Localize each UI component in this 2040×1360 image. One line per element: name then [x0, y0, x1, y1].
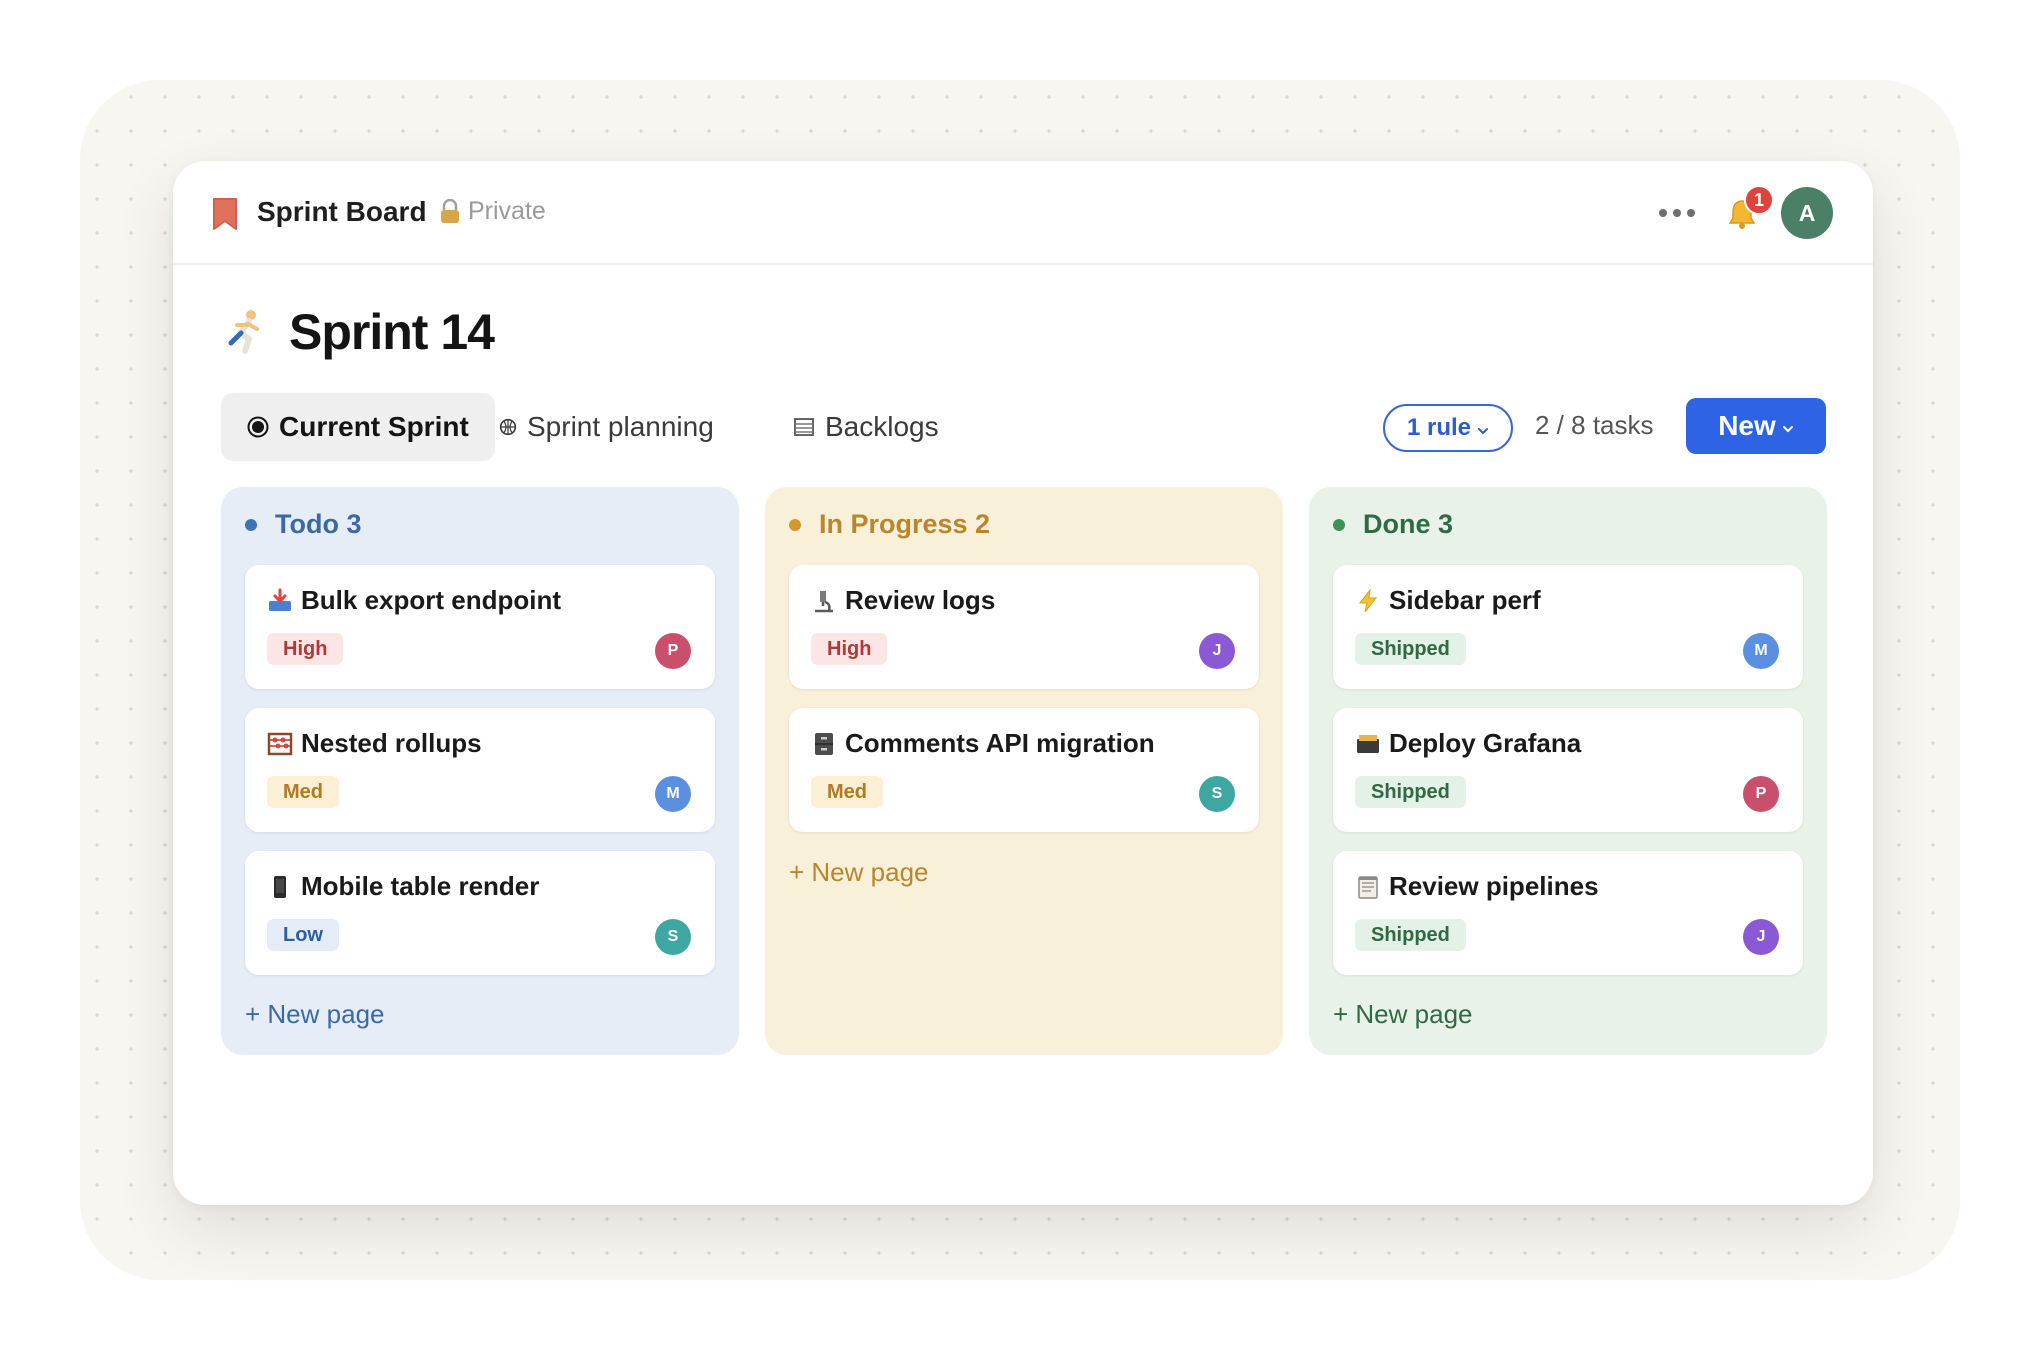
- card-title-text: Bulk export endpoint: [301, 585, 561, 615]
- card-title-text: Comments API migration: [845, 728, 1155, 758]
- top-bar: Sprint Board Private 1 A: [173, 161, 1873, 265]
- status-tag: Shipped: [1355, 633, 1466, 665]
- sprint-board-window: Sprint Board Private 1 A Sprint 14 Curre…: [173, 161, 1873, 1205]
- card-title-text: Review pipelines: [1389, 871, 1599, 901]
- dot-icon: [1687, 209, 1695, 217]
- task-card[interactable]: Review pipelines Shipped J: [1333, 851, 1803, 975]
- new-button[interactable]: New: [1686, 398, 1826, 454]
- task-card[interactable]: Deploy Grafana Shipped P: [1333, 708, 1803, 832]
- card-title: Sidebar perf: [1355, 585, 1541, 616]
- assignee-avatar[interactable]: P: [1743, 776, 1779, 812]
- card-title-text: Review logs: [845, 585, 996, 615]
- card-title: Mobile table render: [267, 871, 539, 902]
- priority-tag: High: [811, 633, 888, 665]
- priority-tag: Med: [811, 776, 883, 808]
- assignee-avatar[interactable]: M: [655, 776, 691, 812]
- task-card[interactable]: Review logs High J: [789, 565, 1259, 689]
- priority-tag: High: [267, 633, 344, 665]
- assignee-avatar[interactable]: S: [655, 919, 691, 955]
- list-icon: [794, 418, 814, 436]
- card-box-icon: [1357, 734, 1379, 753]
- page-title: Sprint 14: [289, 304, 495, 360]
- tab-label: Sprint planning: [527, 411, 714, 442]
- new-button-label: New: [1718, 410, 1776, 441]
- rule-label: 1 rule: [1406, 414, 1472, 441]
- column-header: In Progress 2: [789, 509, 990, 540]
- status-tag: Shipped: [1355, 776, 1466, 808]
- tab-label: Current Sprint: [279, 411, 469, 442]
- task-card[interactable]: Bulk export endpoint High P: [245, 565, 715, 689]
- lock-icon: [441, 199, 459, 223]
- card-title: Review pipelines: [1355, 871, 1599, 902]
- column-title: In Progress 2: [819, 509, 991, 539]
- notification-badge: 1: [1744, 185, 1774, 215]
- card-title-text: Mobile table render: [301, 871, 540, 901]
- dot-icon: [1673, 209, 1681, 217]
- column-header: Done 3: [1333, 509, 1453, 540]
- status-tag: Shipped: [1355, 919, 1466, 951]
- card-title-text: Sidebar perf: [1389, 585, 1541, 615]
- column-title: Todo 3: [275, 509, 362, 539]
- privacy-label: Private: [468, 197, 546, 225]
- card-title: Deploy Grafana: [1355, 728, 1581, 759]
- tab-label: Backlogs: [825, 411, 939, 442]
- bookmark-icon: [213, 198, 237, 230]
- filter-rule-button[interactable]: 1 rule: [1383, 404, 1513, 452]
- task-card[interactable]: Mobile table render Low S: [245, 851, 715, 975]
- card-title-text: Deploy Grafana: [1389, 728, 1582, 758]
- notepad-icon: [1358, 875, 1378, 899]
- assignee-avatar[interactable]: S: [1199, 776, 1235, 812]
- chevron-down-icon: [1782, 426, 1793, 433]
- column-todo: Todo 3 Bulk export endpoint High P Neste…: [221, 487, 739, 1055]
- task-card[interactable]: Sidebar perf Shipped M: [1333, 565, 1803, 689]
- new-page-link[interactable]: + New page: [1333, 999, 1472, 1030]
- lightning-icon: [1358, 587, 1378, 612]
- target-icon: [247, 416, 269, 438]
- column-in-progress: In Progress 2 Review logs High J Comment…: [765, 487, 1283, 1055]
- new-page-link[interactable]: + New page: [789, 857, 928, 888]
- card-title: Nested rollups: [267, 728, 482, 759]
- priority-tag: Low: [267, 919, 339, 951]
- task-card[interactable]: Comments API migration Med S: [789, 708, 1259, 832]
- priority-tag: Med: [267, 776, 339, 808]
- more-options-button[interactable]: [1647, 191, 1707, 235]
- tasks-count: 2 / 8 tasks: [1535, 410, 1654, 440]
- inbox-tray-icon: [269, 588, 291, 611]
- card-title: Review logs: [811, 585, 995, 616]
- task-card[interactable]: Nested rollups Med M: [245, 708, 715, 832]
- column-header: Todo 3: [245, 509, 361, 540]
- column-title: Done 3: [1363, 509, 1454, 539]
- status-dot: [245, 518, 257, 531]
- assignee-avatar[interactable]: M: [1743, 633, 1779, 669]
- app-title: Sprint Board: [257, 196, 427, 227]
- mobile-phone-icon: [274, 875, 286, 898]
- card-title-text: Nested rollups: [301, 728, 482, 758]
- tab-sprint-planning[interactable]: Sprint planning: [473, 393, 740, 461]
- globe-icon: [499, 418, 517, 436]
- tab-current-sprint[interactable]: Current Sprint: [221, 393, 495, 461]
- file-cabinet-icon: [815, 732, 833, 755]
- card-title: Comments API migration: [811, 728, 1155, 759]
- status-dot: [789, 518, 801, 531]
- abacus-icon: [267, 732, 293, 755]
- chevron-down-icon: [1478, 428, 1489, 435]
- runner-icon: [228, 310, 259, 354]
- assignee-avatar[interactable]: J: [1743, 919, 1779, 955]
- column-done: Done 3 Sidebar perf Shipped M Deploy Gra…: [1309, 487, 1827, 1055]
- new-page-link[interactable]: + New page: [245, 999, 384, 1030]
- assignee-avatar[interactable]: J: [1199, 633, 1235, 669]
- user-avatar[interactable]: A: [1781, 187, 1833, 239]
- tab-backlogs[interactable]: Backlogs: [767, 393, 965, 461]
- dot-icon: [1659, 209, 1667, 217]
- assignee-avatar[interactable]: P: [655, 633, 691, 669]
- microscope-icon: [815, 590, 833, 612]
- card-title: Bulk export endpoint: [267, 585, 561, 616]
- status-dot: [1333, 518, 1345, 531]
